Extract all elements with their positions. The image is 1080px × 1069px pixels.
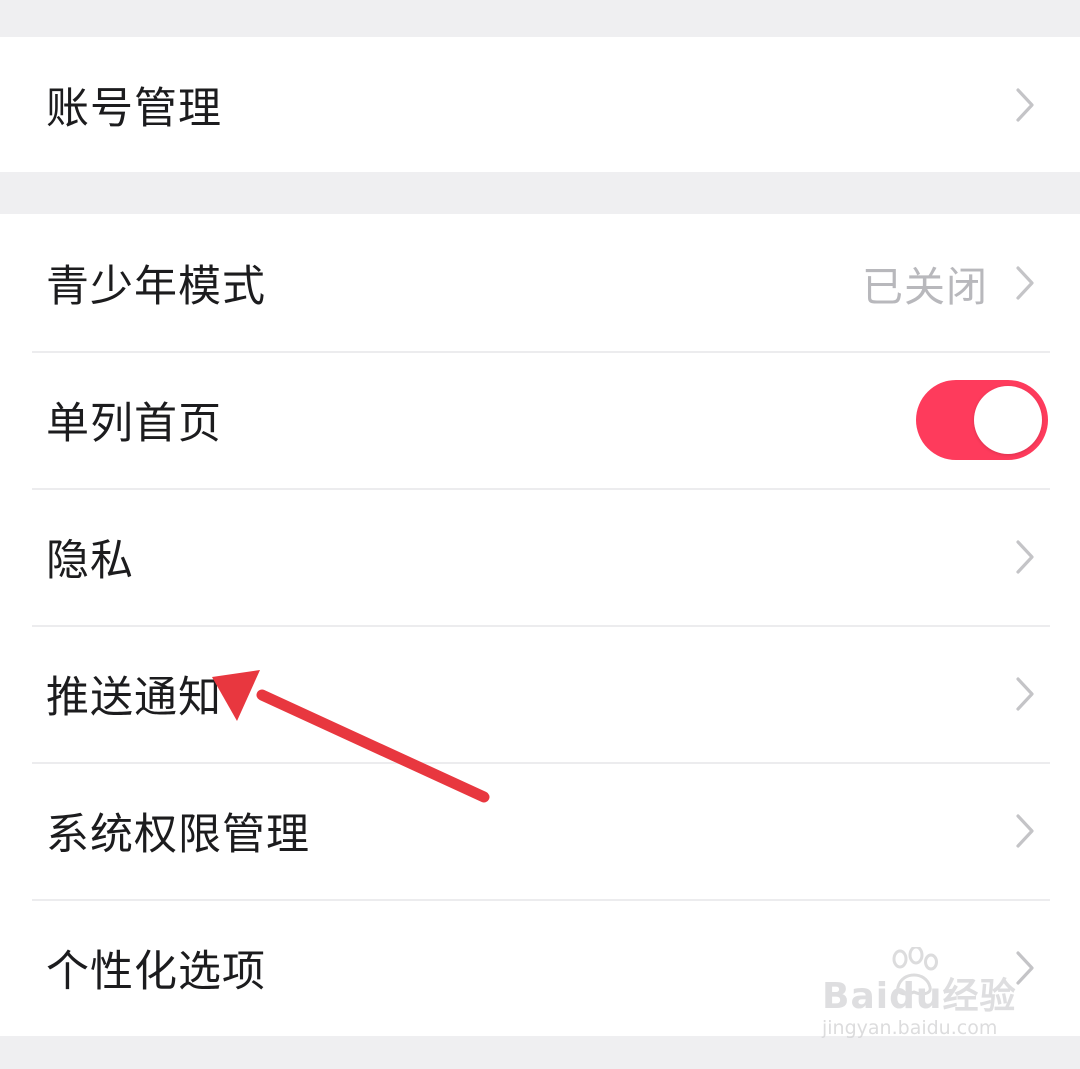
row-label: 隐私 [46, 535, 134, 586]
row-label: 青少年模式 [46, 261, 266, 312]
toggle-knob [974, 385, 1042, 454]
row-system-permissions[interactable]: 系统权限管理 [0, 762, 1080, 899]
chevron-right-icon [1014, 812, 1036, 850]
row-label: 系统权限管理 [46, 809, 310, 860]
row-single-column-home[interactable]: 单列首页 [0, 351, 1080, 488]
row-account-management[interactable]: 账号管理 [0, 37, 1080, 172]
chevron-right-icon [1014, 86, 1036, 124]
chevron-right-icon [1014, 264, 1036, 302]
watermark-brand: Baidu经验 [822, 976, 1017, 1017]
top-spacer [0, 0, 1080, 37]
row-label: 单列首页 [46, 398, 222, 449]
row-label: 推送通知 [46, 672, 222, 723]
watermark-url: jingyan.baidu.com [822, 1017, 998, 1039]
row-teen-mode[interactable]: 青少年模式 已关闭 [0, 214, 1080, 351]
baidu-jingyan-watermark: Baidu经验 jingyan.baidu.com [822, 947, 1022, 1047]
chevron-right-icon [1014, 538, 1036, 576]
row-label: 账号管理 [46, 83, 222, 134]
row-push-notifications[interactable]: 推送通知 [0, 625, 1080, 762]
section-account: 账号管理 [0, 37, 1080, 172]
chevron-right-icon [1014, 675, 1036, 713]
row-privacy[interactable]: 隐私 [0, 488, 1080, 625]
settings-screen: 账号管理 青少年模式 已关闭 单列首页 隐私 推送通知 系统权限管理 个性化选项… [0, 0, 1080, 1069]
teen-mode-status: 已关闭 [862, 262, 988, 311]
single-column-toggle[interactable] [916, 379, 1048, 460]
section-settings: 青少年模式 已关闭 单列首页 隐私 推送通知 系统权限管理 个性化选项 [0, 214, 1080, 1036]
